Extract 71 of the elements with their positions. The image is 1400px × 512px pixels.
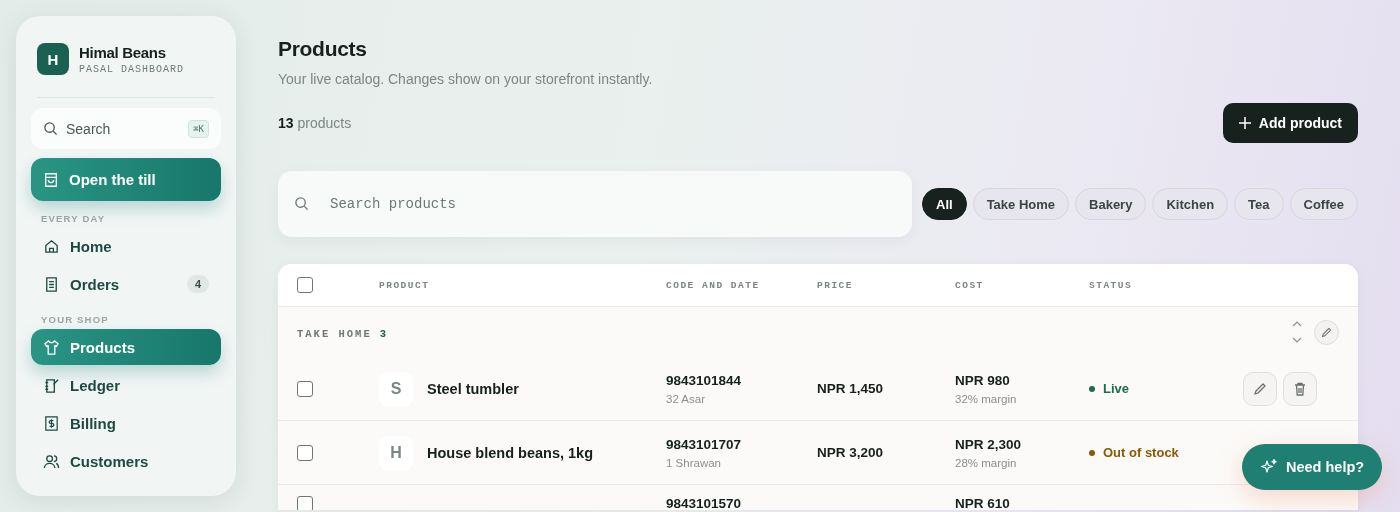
- section-heading: YOUR SHOP: [41, 314, 110, 325]
- page-title: Products: [278, 37, 367, 61]
- column-header: COST: [955, 279, 985, 291]
- product-code: 9843101570: [666, 496, 743, 510]
- home-icon: [43, 237, 60, 255]
- sidebar-search-field[interactable]: Search ⌘K: [31, 108, 221, 149]
- page-subtitle: Your live catalog. Changes show on your storefront instantly.: [278, 71, 654, 87]
- product-date: 1 Shrawan: [666, 456, 722, 469]
- product-avatar: H: [379, 435, 413, 470]
- add-product-button[interactable]: Add product: [1222, 103, 1358, 143]
- product-search-field[interactable]: Search products: [278, 171, 912, 237]
- nav-item[interactable]: Products: [31, 329, 221, 365]
- filter-chip[interactable]: Take Home: [972, 188, 1070, 220]
- sort-icon[interactable]: [1292, 321, 1302, 343]
- nav-item[interactable]: Customers: [31, 443, 221, 479]
- product-avatar: S: [379, 371, 413, 406]
- status-label: Live: [1103, 381, 1129, 396]
- margin-text: 28% margin: [955, 456, 1018, 469]
- column-header: PRODUCT: [379, 279, 431, 291]
- ledger-icon: [43, 376, 60, 394]
- group-count: 3: [379, 328, 387, 340]
- checkbox[interactable]: [297, 496, 313, 510]
- nav-item[interactable]: Home: [31, 228, 221, 264]
- column-header: PRICE: [817, 279, 854, 291]
- customers-icon: [43, 452, 60, 470]
- shortcut-hint: ⌘K: [188, 119, 209, 138]
- help-button[interactable]: Need help?: [1242, 444, 1383, 490]
- pencil-icon: [1320, 325, 1333, 339]
- products-icon: [43, 338, 60, 356]
- column-header: CODE AND DATE: [666, 279, 761, 291]
- filter-chip[interactable]: Kitchen: [1152, 188, 1229, 220]
- nav-item[interactable]: Billing: [31, 405, 221, 441]
- search-icon: [43, 121, 58, 136]
- count-badge: 4: [186, 275, 209, 293]
- column-header: STATUS: [1089, 279, 1134, 291]
- billing-icon: [43, 414, 60, 432]
- product-code: 9843101707: [666, 436, 743, 452]
- checkbox[interactable]: [297, 380, 313, 397]
- product-name: Steel tumbler: [427, 380, 519, 397]
- orders-icon: [43, 275, 60, 293]
- checkbox[interactable]: [297, 444, 313, 461]
- product-name: House blend beans, 1kg: [427, 444, 593, 461]
- plus-icon: [1238, 117, 1251, 129]
- filter-chip[interactable]: Coffee: [1289, 188, 1358, 220]
- brand-name: Himal Beans: [79, 43, 167, 61]
- checkbox[interactable]: [297, 277, 313, 293]
- filter-chip[interactable]: Bakery: [1075, 188, 1147, 220]
- status-label: Out of stock: [1103, 445, 1179, 460]
- product-cost: NPR 980: [955, 372, 1011, 388]
- brand-subtitle: PASAL DASHBOARD: [79, 63, 184, 75]
- product-cost: NPR 2,300: [955, 436, 1023, 452]
- trash-icon: [1292, 380, 1308, 397]
- open-till-button[interactable]: Open the till: [31, 158, 221, 201]
- brand-logo: H: [37, 43, 69, 75]
- filter-chip[interactable]: All: [922, 188, 967, 220]
- filter-chip[interactable]: Tea: [1234, 188, 1284, 220]
- edit-group-button[interactable]: [1314, 319, 1339, 345]
- nav-item[interactable]: Ledger: [31, 367, 221, 403]
- nav-item[interactable]: Orders 4: [31, 266, 221, 302]
- margin-text: 32% margin: [955, 392, 1018, 405]
- product-count: 13 products: [278, 115, 352, 131]
- product-cost: NPR 610: [955, 496, 1011, 510]
- bag-icon: [43, 171, 59, 188]
- search-icon: [294, 196, 309, 211]
- product-price: NPR 3,200: [817, 445, 885, 460]
- product-code: 9843101844: [666, 372, 743, 388]
- group-name: TAKE HOME: [297, 328, 372, 340]
- delete-button[interactable]: [1283, 371, 1317, 406]
- section-heading: EVERY DAY: [41, 213, 107, 224]
- product-date: 32 Asar: [666, 392, 706, 405]
- product-price: NPR 1,450: [817, 381, 885, 396]
